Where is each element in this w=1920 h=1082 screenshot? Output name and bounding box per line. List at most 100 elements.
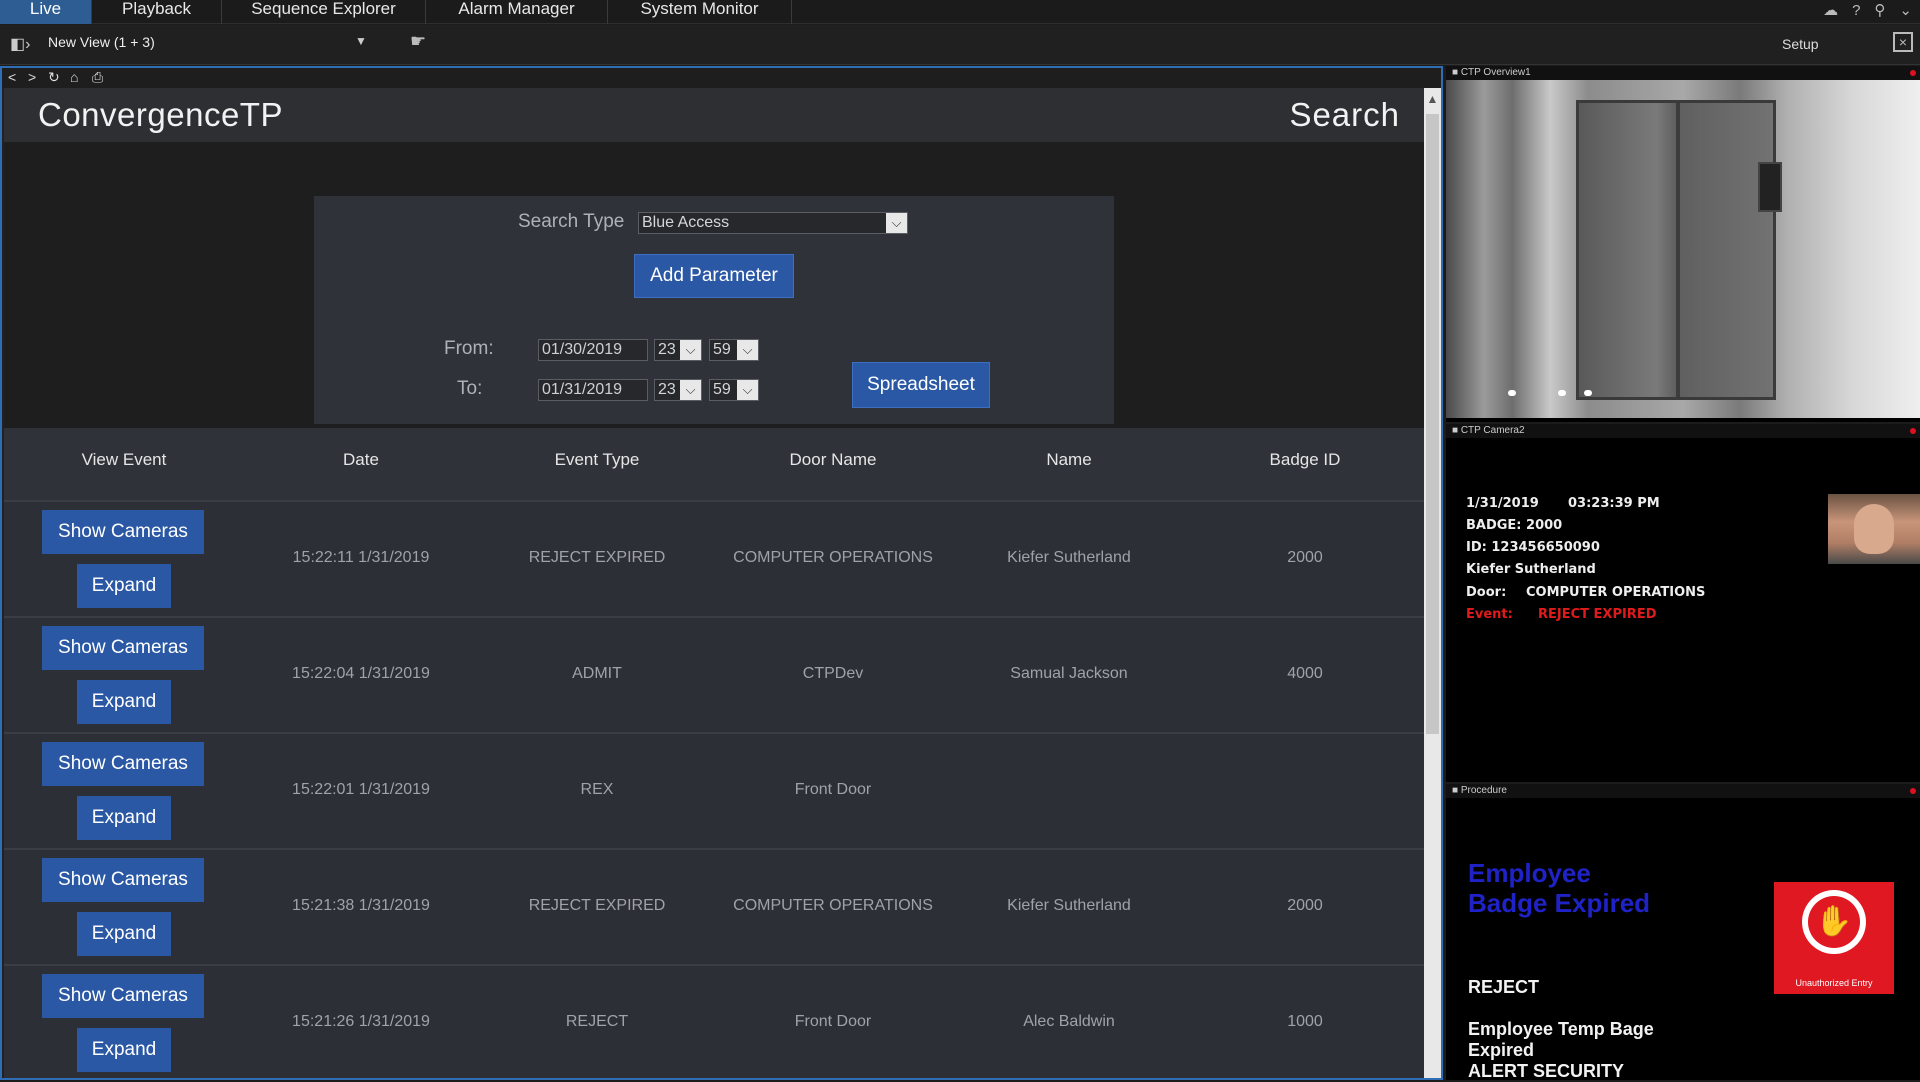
tab-system-monitor[interactable]: System Monitor	[608, 0, 792, 24]
refresh-icon[interactable]: ↻	[48, 69, 60, 86]
recording-indicator-icon	[1910, 70, 1916, 76]
window-controls: ☁ ? ⚲ ⌄	[1823, 0, 1912, 20]
procedure-pane-title: ■ Procedure	[1446, 784, 1920, 798]
tab-sequence-explorer[interactable]: Sequence Explorer	[222, 0, 426, 24]
chevron-down-icon[interactable]: ⌵	[680, 340, 701, 360]
camera-pane-title: ■ CTP Camera2	[1446, 424, 1920, 438]
to-hour-select[interactable]: 23 ⌵	[654, 379, 702, 401]
vertical-scrollbar[interactable]: ▲	[1424, 88, 1441, 1078]
panel-toggle-icon[interactable]: ◧›	[10, 34, 32, 53]
chevron-down-icon[interactable]: ⌄	[1899, 1, 1912, 19]
from-hour-select[interactable]: 23 ⌵	[654, 339, 702, 361]
search-type-select[interactable]: Blue Access ⌵	[638, 212, 908, 234]
from-minute-select[interactable]: 59 ⌵	[709, 339, 759, 361]
cell-name: Alec Baldwin	[1023, 1013, 1115, 1030]
show-cameras-button[interactable]: Show Cameras	[42, 742, 204, 786]
show-cameras-button[interactable]: Show Cameras	[42, 974, 204, 1018]
table-row: Show Cameras Expand 15:21:26 1/31/2019 R…	[4, 964, 1424, 1078]
overlay-event-value: REJECT EXPIRED	[1538, 607, 1657, 622]
cell-door: COMPUTER OPERATIONS	[733, 549, 933, 566]
overlay-time: 03:23:39 PM	[1568, 496, 1660, 511]
floor-light	[1558, 390, 1566, 396]
scroll-up-icon[interactable]: ▲	[1424, 88, 1441, 110]
cell-event-type: REJECT EXPIRED	[528, 897, 666, 914]
overlay-door-value: COMPUTER OPERATIONS	[1526, 585, 1706, 600]
cell-door: Front Door	[794, 1013, 872, 1030]
camera-icon: ■	[1452, 425, 1459, 436]
chevron-down-icon[interactable]: ⌵	[886, 213, 907, 233]
cloud-icon[interactable]: ☁	[1823, 1, 1838, 19]
floor-light	[1508, 390, 1516, 396]
dropdown-arrow-icon[interactable]: ▼	[355, 34, 367, 48]
show-cameras-button[interactable]: Show Cameras	[42, 510, 204, 554]
top-tab-bar: Live Playback Sequence Explorer Alarm Ma…	[0, 0, 1920, 24]
hand-pointer-icon[interactable]: ☛	[410, 31, 426, 52]
table-row: Show Cameras Expand 15:22:04 1/31/2019 A…	[4, 616, 1424, 732]
browser-pane: < > ↻ ⌂ ⎙ ConvergenceTP Search Search Ty…	[0, 66, 1443, 1080]
cell-date: 15:21:26 1/31/2019	[292, 1013, 430, 1030]
col-name: Name	[1046, 450, 1092, 469]
to-minute-select[interactable]: 59 ⌵	[709, 379, 759, 401]
scroll-thumb[interactable]	[1426, 114, 1439, 734]
chevron-down-icon[interactable]: ⌵	[737, 340, 758, 360]
view-selector[interactable]: New View (1 + 3)	[48, 34, 155, 50]
cell-name: Kiefer Sutherland	[1007, 897, 1131, 914]
procedure-pane[interactable]: ■ Procedure Employee Badge Expired REJEC…	[1446, 784, 1920, 1081]
expand-button[interactable]: Expand	[77, 564, 171, 608]
procedure-heading: Employee Badge Expired	[1468, 858, 1651, 918]
badge-holder-photo	[1828, 494, 1920, 564]
search-panel: Search Type Blue Access ⌵ Add Parameter …	[314, 196, 1114, 424]
search-type-label: Search Type	[518, 211, 625, 232]
expand-button[interactable]: Expand	[77, 912, 171, 956]
expand-button[interactable]: Expand	[77, 1028, 171, 1072]
overlay-name: Kiefer Sutherland	[1466, 562, 1596, 577]
cell-name: Samual Jackson	[1010, 665, 1128, 682]
results-table-header: View Event Date Event Type Door Name Nam…	[4, 428, 1424, 500]
cell-event-type: REJECT EXPIRED	[528, 549, 666, 566]
chevron-down-icon[interactable]: ⌵	[680, 380, 701, 400]
table-row: Show Cameras Expand 15:22:11 1/31/2019 R…	[4, 500, 1424, 616]
chevron-down-icon[interactable]: ⌵	[737, 380, 758, 400]
print-icon[interactable]: ⎙	[92, 69, 103, 86]
camera-icon: ■	[1452, 67, 1459, 78]
cell-event-type: REJECT	[565, 1013, 629, 1030]
home-icon[interactable]: ⌂	[70, 69, 78, 85]
col-badge-id: Badge ID	[1269, 450, 1341, 469]
setup-button[interactable]: Setup	[1782, 36, 1819, 52]
cell-event-type: ADMIT	[572, 665, 622, 682]
procedure-reject: REJECT	[1468, 977, 1540, 997]
pin-icon[interactable]: ⚲	[1874, 1, 1885, 19]
table-row: Show Cameras Expand 15:21:38 1/31/2019 R…	[4, 848, 1424, 964]
camera-pane-overview[interactable]: ■ CTP Overview1	[1446, 66, 1920, 422]
show-cameras-button[interactable]: Show Cameras	[42, 626, 204, 670]
tab-playback[interactable]: Playback	[92, 0, 222, 24]
procedure-line1: Employee Temp Bage	[1468, 1019, 1654, 1039]
show-cameras-button[interactable]: Show Cameras	[42, 858, 204, 902]
cell-date: 15:22:04 1/31/2019	[292, 665, 430, 682]
from-hour-value: 23	[658, 341, 676, 358]
tab-alarm-manager[interactable]: Alarm Manager	[426, 0, 608, 24]
camera-title-text: CTP Camera2	[1460, 425, 1525, 436]
to-hour-value: 23	[658, 381, 676, 398]
camera-pane-title: ■ CTP Overview1	[1446, 66, 1920, 80]
back-icon[interactable]: <	[8, 69, 16, 85]
cell-badge: 4000	[1287, 665, 1323, 682]
from-date-input[interactable]: 01/30/2019	[538, 339, 648, 361]
to-date-input[interactable]: 01/31/2019	[538, 379, 648, 401]
forward-icon[interactable]: >	[28, 69, 36, 85]
page-title: Search	[1289, 96, 1400, 133]
spreadsheet-button[interactable]: Spreadsheet	[852, 362, 990, 408]
cell-door: COMPUTER OPERATIONS	[733, 897, 933, 914]
overlay-id: ID: 123456650090	[1466, 540, 1600, 555]
tab-live[interactable]: Live	[0, 0, 92, 24]
camera-title-text: CTP Overview1	[1460, 67, 1531, 78]
add-parameter-button[interactable]: Add Parameter	[634, 254, 794, 298]
expand-button[interactable]: Expand	[77, 796, 171, 840]
maximize-icon[interactable]: ×	[1893, 32, 1913, 52]
door-image	[1576, 100, 1776, 400]
app-header: ConvergenceTP Search	[4, 88, 1424, 142]
camera-pane-camera2[interactable]: ■ CTP Camera2 1/31/2019 03:23:39 PM BADG…	[1446, 424, 1920, 782]
table-row: Show Cameras Expand 15:22:01 1/31/2019 R…	[4, 732, 1424, 848]
expand-button[interactable]: Expand	[77, 680, 171, 724]
help-icon[interactable]: ?	[1852, 2, 1860, 19]
